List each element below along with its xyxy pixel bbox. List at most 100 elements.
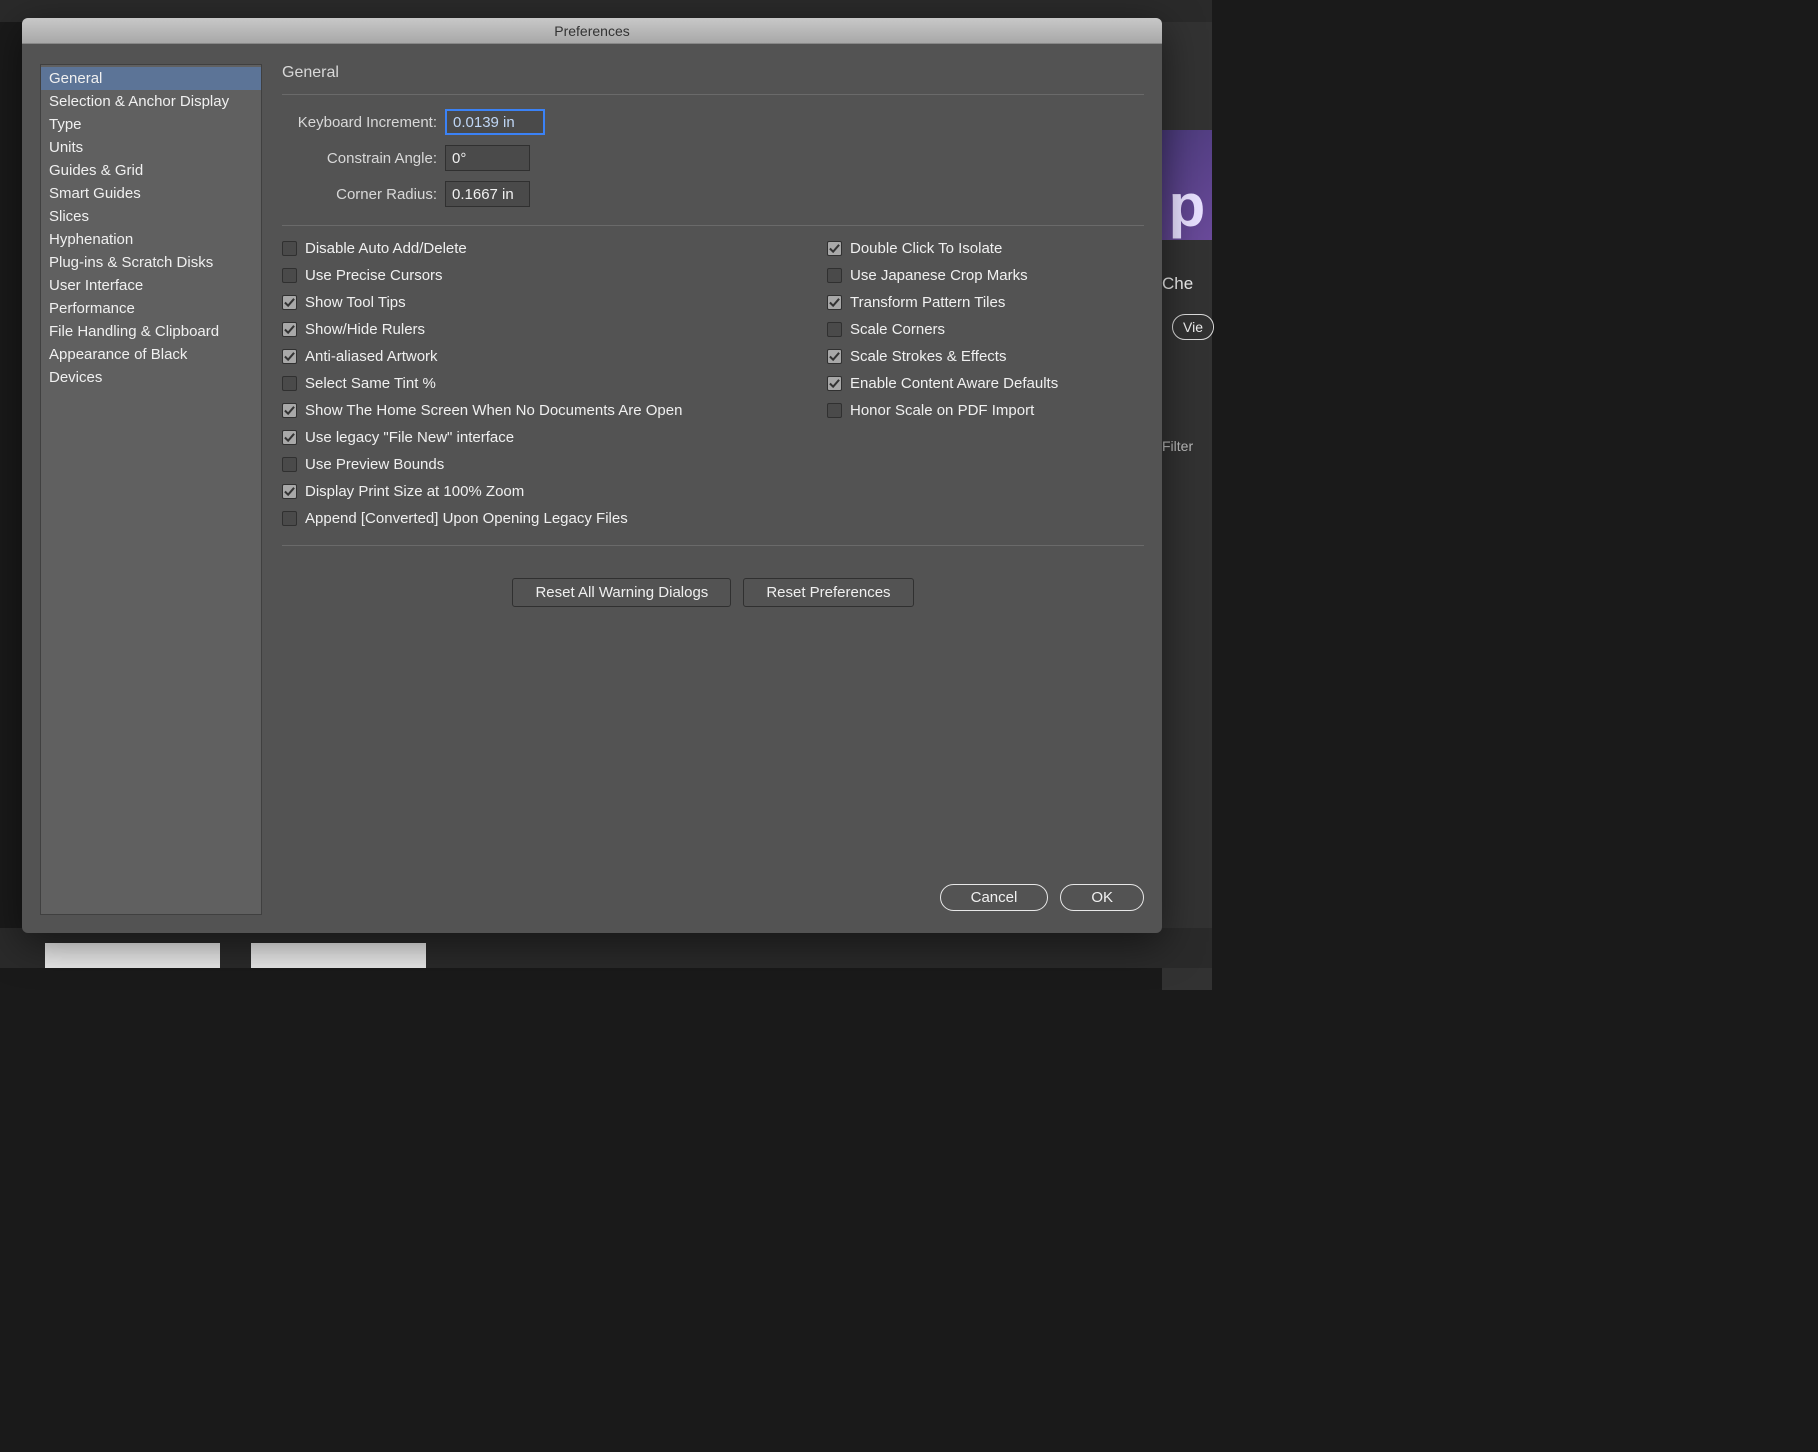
check-left-checkbox-8[interactable] [282,457,297,472]
dialog-title: Preferences [554,23,629,39]
check-left-label-0: Disable Auto Add/Delete [305,240,467,257]
check-right-row-4: Scale Strokes & Effects [827,348,1058,365]
check-left-checkbox-10[interactable] [282,511,297,526]
check-right-row-1: Use Japanese Crop Marks [827,267,1058,284]
sidebar-item-appearance-of-black[interactable]: Appearance of Black [41,343,261,366]
sidebar-item-performance[interactable]: Performance [41,297,261,320]
divider-1 [282,225,1144,226]
corner-radius-input[interactable] [445,181,530,207]
check-left-label-7: Use legacy "File New" interface [305,429,514,446]
keyboard-increment-label: Keyboard Increment: [282,114,445,131]
check-left-row-8: Use Preview Bounds [282,456,787,473]
corner-radius-label: Corner Radius: [282,186,445,203]
constrain-angle-input[interactable] [445,145,530,171]
keyboard-increment-row: Keyboard Increment: [282,109,1144,135]
constrain-angle-row: Constrain Angle: [282,145,1144,171]
check-left-row-1: Use Precise Cursors [282,267,787,284]
reset-button-row: Reset All Warning Dialogs Reset Preferen… [282,578,1144,607]
reset-warnings-button[interactable]: Reset All Warning Dialogs [512,578,731,607]
check-right-checkbox-4[interactable] [827,349,842,364]
side-view-button[interactable]: Vie [1172,314,1214,340]
check-left-label-4: Anti-aliased Artwork [305,348,438,365]
check-left-row-2: Show Tool Tips [282,294,787,311]
preferences-dialog: Preferences GeneralSelection & Anchor Di… [22,18,1162,933]
dialog-titlebar: Preferences [22,18,1162,44]
sidebar-item-general[interactable]: General [41,67,261,90]
check-left-label-2: Show Tool Tips [305,294,406,311]
check-right-label-6: Honor Scale on PDF Import [850,402,1034,419]
check-left-checkbox-3[interactable] [282,322,297,337]
check-right-row-6: Honor Scale on PDF Import [827,402,1058,419]
check-left-row-6: Show The Home Screen When No Documents A… [282,402,787,419]
check-left-label-3: Show/Hide Rulers [305,321,425,338]
check-left-row-10: Append [Converted] Upon Opening Legacy F… [282,510,787,527]
check-left-row-9: Display Print Size at 100% Zoom [282,483,787,500]
side-label-check: Che [1162,274,1193,294]
check-left-row-3: Show/Hide Rulers [282,321,787,338]
document-thumbnail: p [1162,130,1212,240]
sidebar-item-file-handling-clipboard[interactable]: File Handling & Clipboard [41,320,261,343]
sidebar-item-type[interactable]: Type [41,113,261,136]
check-left-checkbox-7[interactable] [282,430,297,445]
check-right-checkbox-0[interactable] [827,241,842,256]
app-right-panel: p Che Vie Filter [1162,22,1212,990]
checkbox-columns: Disable Auto Add/Delete Use Precise Curso… [282,240,1144,537]
preferences-main: General Keyboard Increment: Constrain An… [282,64,1144,915]
check-left-checkbox-1[interactable] [282,268,297,283]
check-left-label-10: Append [Converted] Upon Opening Legacy F… [305,510,628,527]
check-right-checkbox-6[interactable] [827,403,842,418]
check-right-row-5: Enable Content Aware Defaults [827,375,1058,392]
check-left-label-5: Select Same Tint % [305,375,436,392]
check-right-label-0: Double Click To Isolate [850,240,1002,257]
check-left-label-9: Display Print Size at 100% Zoom [305,483,524,500]
sidebar-item-units[interactable]: Units [41,136,261,159]
check-left-checkbox-6[interactable] [282,403,297,418]
sidebar-item-selection-anchor-display[interactable]: Selection & Anchor Display [41,90,261,113]
bottom-doc-thumb-2 [251,943,426,968]
check-left-row-5: Select Same Tint % [282,375,787,392]
check-right-row-2: Transform Pattern Tiles [827,294,1058,311]
check-right-label-5: Enable Content Aware Defaults [850,375,1058,392]
check-right-checkbox-1[interactable] [827,268,842,283]
checkbox-col-left: Disable Auto Add/Delete Use Precise Curso… [282,240,787,537]
check-left-row-0: Disable Auto Add/Delete [282,240,787,257]
check-right-label-3: Scale Corners [850,321,945,338]
check-right-label-4: Scale Strokes & Effects [850,348,1006,365]
sidebar-item-plug-ins-scratch-disks[interactable]: Plug-ins & Scratch Disks [41,251,261,274]
check-left-checkbox-2[interactable] [282,295,297,310]
sidebar-item-guides-grid[interactable]: Guides & Grid [41,159,261,182]
check-left-checkbox-4[interactable] [282,349,297,364]
sidebar-item-hyphenation[interactable]: Hyphenation [41,228,261,251]
check-left-label-1: Use Precise Cursors [305,267,443,284]
keyboard-increment-input[interactable] [445,109,545,135]
reset-prefs-button[interactable]: Reset Preferences [743,578,913,607]
check-right-checkbox-2[interactable] [827,295,842,310]
ok-button[interactable]: OK [1060,884,1144,911]
bottom-doc-thumb-1 [45,943,220,968]
check-left-checkbox-5[interactable] [282,376,297,391]
sidebar-item-user-interface[interactable]: User Interface [41,274,261,297]
checkbox-col-right: Double Click To Isolate Use Japanese Crop… [827,240,1058,537]
check-left-label-6: Show The Home Screen When No Documents A… [305,402,682,419]
check-right-row-0: Double Click To Isolate [827,240,1058,257]
cancel-button[interactable]: Cancel [940,884,1049,911]
check-left-row-7: Use legacy "File New" interface [282,429,787,446]
divider-2 [282,545,1144,546]
check-right-label-1: Use Japanese Crop Marks [850,267,1028,284]
check-left-checkbox-9[interactable] [282,484,297,499]
constrain-angle-label: Constrain Angle: [282,150,445,167]
check-right-checkbox-3[interactable] [827,322,842,337]
panel-title: General [282,64,1144,95]
corner-radius-row: Corner Radius: [282,181,1144,207]
check-right-label-2: Transform Pattern Tiles [850,294,1005,311]
sidebar-item-smart-guides[interactable]: Smart Guides [41,182,261,205]
check-right-row-3: Scale Corners [827,321,1058,338]
sidebar-item-devices[interactable]: Devices [41,366,261,389]
sidebar-item-slices[interactable]: Slices [41,205,261,228]
check-left-row-4: Anti-aliased Artwork [282,348,787,365]
dialog-body: GeneralSelection & Anchor DisplayTypeUni… [22,44,1162,933]
app-bottom-bar [0,928,1212,968]
check-right-checkbox-5[interactable] [827,376,842,391]
check-left-checkbox-0[interactable] [282,241,297,256]
dialog-button-row: Cancel OK [282,864,1144,915]
